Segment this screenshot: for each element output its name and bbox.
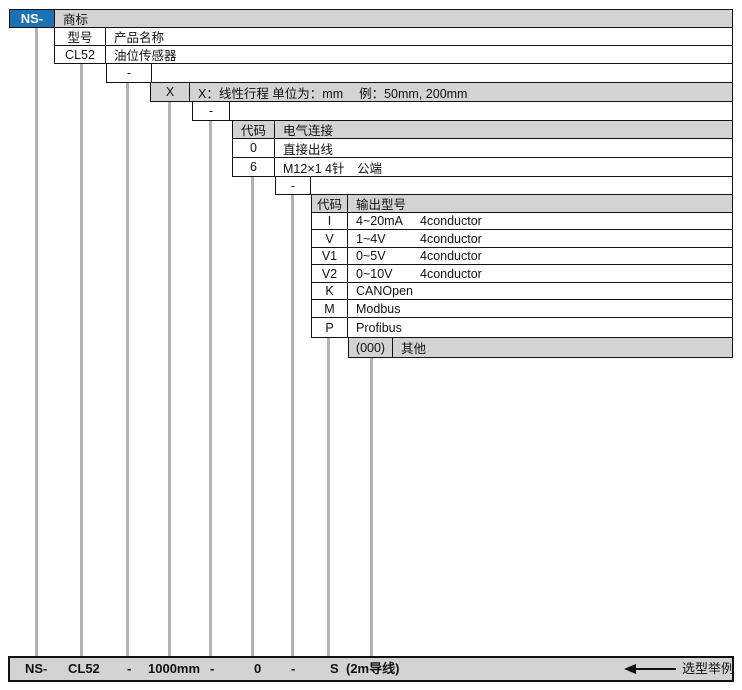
output-label-cell: 0~5V4conductor: [348, 248, 732, 264]
output-code-cell: V: [312, 230, 348, 247]
ordering-code-diagram: NS- 商标 型号 产品名称 CL52 油位传感器 - X X：线性行程 单位为…: [0, 0, 742, 690]
output-wiring: 4conductor: [420, 249, 482, 263]
output-code-header: 代码: [312, 195, 348, 212]
brand-row: NS- 商标: [9, 9, 733, 28]
connector-line-stroke: [168, 102, 171, 656]
output-range: 0~10V: [356, 267, 420, 281]
output-label-header: 输出型号: [348, 195, 732, 212]
connector-line-electrical: [251, 177, 254, 656]
output-wiring: 4conductor: [420, 214, 482, 228]
brand-label-cell: 商标: [55, 10, 732, 27]
output-range: 0~5V: [356, 249, 420, 263]
model-column-header: 型号: [55, 28, 106, 45]
output-header-row: 代码 输出型号: [311, 195, 733, 213]
model-value-row: CL52 油位传感器: [54, 46, 733, 64]
electrical-code-header: 代码: [233, 121, 275, 138]
output-code-cell: P: [312, 318, 348, 337]
dash-row-1: -: [106, 64, 733, 83]
example-stroke: 1000mm: [148, 658, 200, 680]
stroke-row: X X：线性行程 单位为：mm 例：50mm, 200mm: [150, 83, 733, 102]
output-row-P: P Profibus: [311, 318, 733, 338]
connector-line-dash1: [126, 83, 129, 656]
dash-cell-1: -: [107, 64, 152, 82]
connector-line-dash3: [291, 195, 294, 656]
example-electrical: 0: [254, 658, 261, 680]
example-sep3: -: [291, 658, 295, 680]
output-code-cell: M: [312, 300, 348, 317]
output-code-cell: V1: [312, 248, 348, 264]
electrical-row-0: 0 直接出线: [232, 139, 733, 158]
dash-row-3: -: [275, 177, 733, 195]
electrical-row-6: 6 M12×1 4针 公端: [232, 158, 733, 177]
connector-line-output: [327, 338, 330, 656]
output-wiring: 4conductor: [420, 232, 482, 246]
output-label-cell: Profibus: [348, 318, 732, 337]
output-code-cell: V2: [312, 265, 348, 282]
output-other-row: (000) 其他: [348, 338, 733, 358]
output-row-M: M Modbus: [311, 300, 733, 318]
product-column-header: 产品名称: [106, 28, 732, 45]
output-wiring: 4conductor: [420, 267, 482, 281]
stroke-description-cell: X：线性行程 单位为：mm 例：50mm, 200mm: [190, 83, 732, 101]
output-range: CANOpen: [356, 284, 420, 298]
output-label-cell: Modbus: [348, 300, 732, 317]
output-row-K: K CANOpen: [311, 283, 733, 300]
dash-row-2-empty: [230, 102, 732, 120]
output-row-I: I 4~20mA4conductor: [311, 213, 733, 230]
example-box: NS- CL52 - 1000mm - 0 - S (2m导线) 选型举例: [8, 656, 734, 682]
electrical-label-cell: M12×1 4针 公端: [275, 158, 732, 176]
stroke-code-cell: X: [151, 83, 190, 101]
output-row-V: V 1~4V4conductor: [311, 230, 733, 248]
electrical-header-row: 代码 电气连接: [232, 121, 733, 139]
output-row-V2: V2 0~10V4conductor: [311, 265, 733, 283]
output-other-label-cell: 其他: [393, 338, 732, 357]
output-code-cell: I: [312, 213, 348, 229]
connector-line-other: [370, 358, 373, 656]
model-header-row: 型号 产品名称: [54, 28, 733, 46]
example-model: CL52: [68, 658, 100, 680]
output-range: 1~4V: [356, 232, 420, 246]
example-output: S: [330, 658, 339, 680]
example-sep1: -: [127, 658, 131, 680]
left-arrow-shaft: [634, 668, 676, 670]
output-range: Profibus: [356, 321, 420, 335]
output-label-cell: CANOpen: [348, 283, 732, 299]
electrical-label-header: 电气连接: [275, 121, 732, 138]
output-label-cell: 4~20mA4conductor: [348, 213, 732, 229]
example-sep2: -: [210, 658, 214, 680]
dash-cell-2: -: [193, 102, 230, 120]
connector-line-brand: [35, 28, 38, 656]
dash-row-1-empty: [152, 64, 732, 82]
electrical-code-cell: 0: [233, 139, 275, 157]
output-label-cell: 1~4V4conductor: [348, 230, 732, 247]
connector-line-model: [80, 64, 83, 656]
example-note: (2m导线): [346, 658, 399, 680]
electrical-code-cell: 6: [233, 158, 275, 176]
example-arrow-label: 选型举例: [682, 658, 734, 680]
product-name-cell: 油位传感器: [106, 46, 732, 63]
dash-row-2: -: [192, 102, 733, 121]
dash-cell-3: -: [276, 177, 311, 194]
connector-line-dash2: [209, 121, 212, 656]
output-label-cell: 0~10V4conductor: [348, 265, 732, 282]
electrical-label-cell: 直接出线: [275, 139, 732, 157]
model-code-cell: CL52: [55, 46, 106, 63]
output-code-cell: K: [312, 283, 348, 299]
brand-code-cell: NS-: [10, 10, 55, 27]
output-row-V1: V1 0~5V4conductor: [311, 248, 733, 265]
output-range: Modbus: [356, 302, 420, 316]
output-range: 4~20mA: [356, 214, 420, 228]
dash-row-3-empty: [311, 177, 732, 194]
output-other-code-cell: (000): [349, 338, 393, 357]
example-brand: NS-: [25, 658, 47, 680]
